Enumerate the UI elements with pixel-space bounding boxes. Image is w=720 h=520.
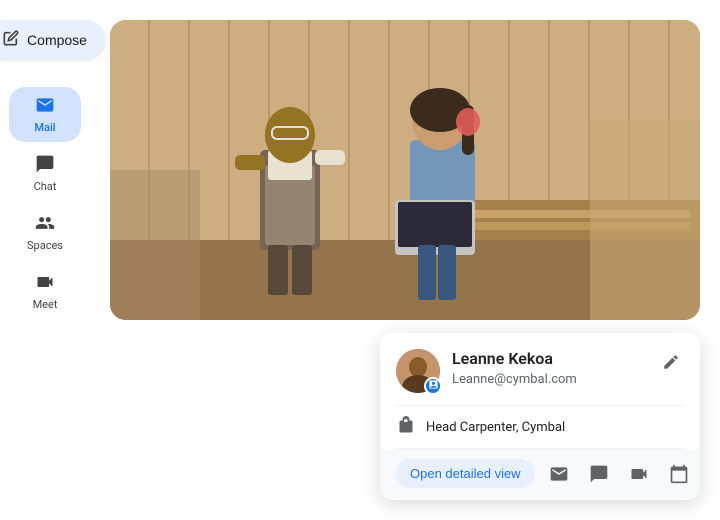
sidebar-item-mail[interactable]: Mail [9,87,81,142]
google-workspace-badge [424,377,442,395]
open-calendar-button[interactable] [667,462,691,486]
sidebar-item-chat-label: Chat [34,180,57,193]
card-job-detail: Head Carpenter, Cymbal [380,406,700,448]
mail-icon [35,95,55,118]
workshop-photo [110,20,700,320]
spaces-icon [35,213,55,236]
main-content: Leanne Kekoa Leanne@cymbal.com Head Carp… [90,0,720,520]
work-icon [396,416,414,438]
contact-card: Leanne Kekoa Leanne@cymbal.com Head Carp… [380,333,700,500]
sidebar-item-meet[interactable]: Meet [9,264,81,319]
action-icons [547,462,691,486]
card-header: Leanne Kekoa Leanne@cymbal.com [380,333,700,405]
sidebar-item-meet-label: Meet [33,298,58,311]
chat-icon [35,154,55,177]
nav-items: Mail Chat Spaces [0,87,90,319]
sidebar-item-spaces[interactable]: Spaces [9,205,81,260]
send-email-button[interactable] [547,462,571,486]
contact-email: Leanne@cymbal.com [452,372,646,387]
meet-icon [35,272,55,295]
sidebar-item-spaces-label: Spaces [27,239,63,252]
pencil-icon [3,30,19,49]
contact-name: Leanne Kekoa [452,349,646,370]
compose-label: Compose [27,32,87,48]
card-actions: Open detailed view [380,449,700,500]
card-info: Leanne Kekoa Leanne@cymbal.com [452,349,646,387]
workspace-icon [428,379,439,393]
edit-contact-button[interactable] [658,349,684,375]
compose-button[interactable]: Compose [0,20,105,59]
start-video-button[interactable] [627,462,651,486]
avatar-container [396,349,440,393]
start-chat-button[interactable] [587,462,611,486]
contact-title: Head Carpenter, Cymbal [426,420,565,435]
sidebar-item-chat[interactable]: Chat [9,146,81,201]
sidebar-item-mail-label: Mail [34,121,55,134]
open-detail-button[interactable]: Open detailed view [396,459,535,488]
sidebar: Compose Mail Chat [0,0,90,520]
